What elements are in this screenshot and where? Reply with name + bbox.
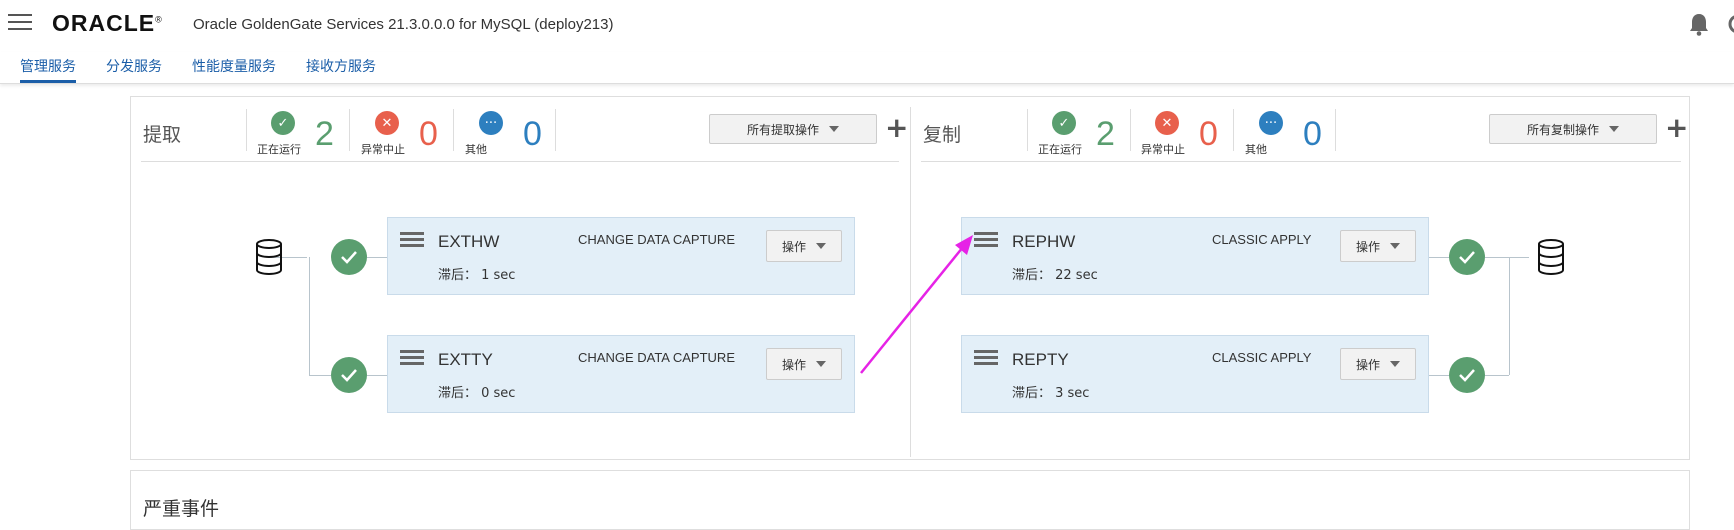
top-bar: ORACLE® Oracle GoldenGate Services 21.3.… (0, 0, 1734, 48)
extract-card-exthw[interactable]: EXTHW CHANGE DATA CAPTURE 滞后： 1 sec 操作 (387, 217, 855, 295)
processes-panel: 提取 ✓ 正在运行 2 ✕ 异常中止 0 ··· 其他 0 所有提取操作 + 复… (130, 96, 1690, 460)
tab-distribution-service[interactable]: 分发服务 (106, 56, 162, 76)
separator (921, 161, 1681, 162)
check-icon: ✓ (271, 111, 295, 135)
divider (1027, 109, 1028, 151)
bell-icon[interactable] (1688, 12, 1710, 36)
all-replicat-actions-dropdown[interactable]: 所有复制操作 (1489, 114, 1657, 144)
process-actions-button[interactable]: 操作 (766, 230, 842, 262)
add-extract-button[interactable]: + (885, 114, 908, 142)
process-name[interactable]: EXTHW (438, 232, 499, 252)
process-name[interactable]: REPTY (1012, 350, 1069, 370)
stat-count: 0 (523, 115, 542, 153)
divider (1130, 109, 1131, 151)
database-icon (1538, 239, 1564, 275)
stat-label: 异常中止 (1141, 143, 1185, 156)
stat-count: 2 (315, 115, 334, 153)
add-replicat-button[interactable]: + (1665, 114, 1688, 142)
extract-running-stat[interactable]: ✓ 正在运行 2 (253, 109, 349, 159)
divider (1335, 109, 1336, 151)
drag-handle-icon[interactable] (400, 350, 424, 370)
replicat-card-repty[interactable]: REPTY CLASSIC APPLY 滞后： 3 sec 操作 (961, 335, 1429, 413)
stat-label: 其他 (1245, 143, 1267, 156)
replicat-abended-stat[interactable]: ✕ 异常中止 0 (1137, 109, 1233, 159)
connector-line (1429, 375, 1449, 376)
process-lag: 滞后： 3 sec (1012, 386, 1090, 401)
connector-line (309, 257, 310, 375)
process-actions-button[interactable]: 操作 (1340, 230, 1416, 262)
divider (1233, 109, 1234, 151)
hamburger-menu-icon[interactable] (8, 14, 32, 32)
extract-other-stat[interactable]: ··· 其他 0 (461, 109, 557, 159)
stat-label: 正在运行 (257, 143, 301, 156)
process-type: CHANGE DATA CAPTURE (578, 350, 735, 365)
x-icon: ✕ (375, 111, 399, 135)
divider (246, 109, 247, 151)
connector-line (309, 375, 331, 376)
extract-title: 提取 (143, 124, 182, 146)
divider (453, 109, 454, 151)
all-extract-actions-dropdown[interactable]: 所有提取操作 (709, 114, 877, 144)
connector-line (1509, 257, 1529, 258)
running-status-icon (331, 357, 367, 393)
process-name[interactable]: EXTTY (438, 350, 493, 370)
tab-performance-metrics-service[interactable]: 性能度量服务 (192, 56, 276, 76)
connector-line (367, 257, 387, 258)
stat-label: 其他 (465, 143, 487, 156)
ellipsis-icon: ··· (1259, 111, 1283, 135)
replicat-title: 复制 (923, 124, 962, 146)
stat-count: 0 (1199, 115, 1218, 153)
oracle-logo: ORACLE® (52, 10, 163, 36)
tab-admin-service[interactable]: 管理服务 (20, 56, 76, 83)
database-icon (256, 239, 282, 275)
separator (141, 161, 899, 162)
annotation-arrow (860, 235, 973, 374)
process-actions-button[interactable]: 操作 (766, 348, 842, 380)
ellipsis-icon: ··· (479, 111, 503, 135)
critical-events-panel: 严重事件 (130, 470, 1690, 530)
critical-events-title: 严重事件 (143, 498, 220, 520)
running-status-icon (331, 239, 367, 275)
connector-line (1429, 257, 1449, 258)
app-title: Oracle GoldenGate Services 21.3.0.0.0 fo… (193, 16, 614, 33)
replicat-other-stat[interactable]: ··· 其他 0 (1241, 109, 1337, 159)
user-icon[interactable] (1724, 12, 1734, 36)
process-actions-button[interactable]: 操作 (1340, 348, 1416, 380)
drag-handle-icon[interactable] (400, 232, 424, 252)
running-status-icon (1449, 357, 1485, 393)
process-type: CLASSIC APPLY (1212, 232, 1312, 247)
process-lag: 滞后： 22 sec (1012, 268, 1098, 283)
stat-label: 异常中止 (361, 143, 405, 156)
extract-card-extty[interactable]: EXTTY CHANGE DATA CAPTURE 滞后： 0 sec 操作 (387, 335, 855, 413)
divider (349, 109, 350, 151)
process-type: CLASSIC APPLY (1212, 350, 1312, 365)
tab-receiver-service[interactable]: 接收方服务 (306, 56, 376, 76)
check-icon: ✓ (1052, 111, 1076, 135)
divider (555, 109, 556, 151)
connector-line (1485, 257, 1509, 258)
x-icon: ✕ (1155, 111, 1179, 135)
process-lag: 滞后： 1 sec (438, 268, 516, 283)
process-name[interactable]: REPHW (1012, 232, 1075, 252)
service-tabs: 管理服务 分发服务 性能度量服务 接收方服务 (0, 52, 1734, 84)
stat-label: 正在运行 (1038, 143, 1082, 156)
running-status-icon (1449, 239, 1485, 275)
stat-count: 0 (419, 115, 438, 153)
process-lag: 滞后： 0 sec (438, 386, 516, 401)
connector-line (367, 375, 387, 376)
extract-abended-stat[interactable]: ✕ 异常中止 0 (357, 109, 453, 159)
connector-line (1485, 375, 1509, 376)
replicat-running-stat[interactable]: ✓ 正在运行 2 (1034, 109, 1130, 159)
stat-count: 0 (1303, 115, 1322, 153)
stat-count: 2 (1096, 115, 1115, 153)
replicat-card-rephw[interactable]: REPHW CLASSIC APPLY 滞后： 22 sec 操作 (961, 217, 1429, 295)
process-type: CHANGE DATA CAPTURE (578, 232, 735, 247)
connector-line (1509, 257, 1510, 375)
